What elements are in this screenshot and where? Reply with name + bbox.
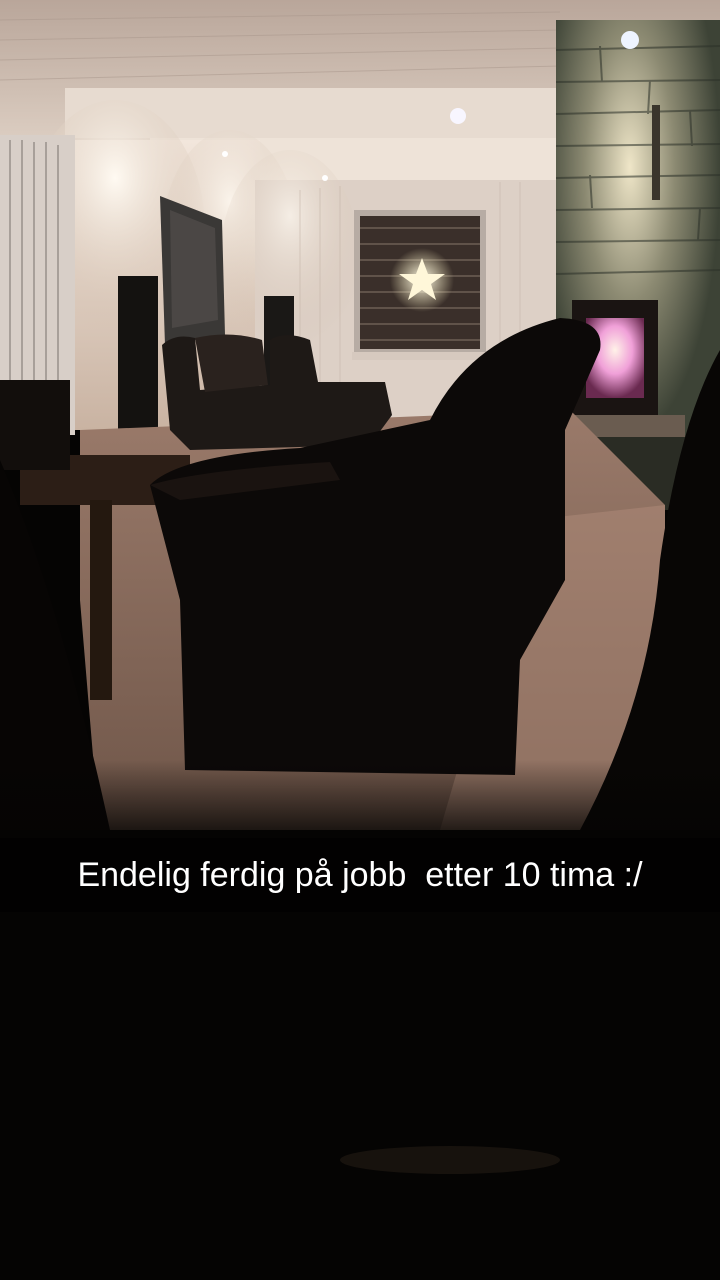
sconce (652, 105, 660, 200)
caption-text: Endelig ferdig på jobb etter 10 tima :/ (77, 855, 643, 894)
caption-bar: Endelig ferdig på jobb etter 10 tima :/ (0, 838, 720, 912)
speaker-left (118, 276, 158, 436)
ceiling-spotlight-icon (621, 31, 639, 49)
living-room-photo (0, 0, 720, 1280)
